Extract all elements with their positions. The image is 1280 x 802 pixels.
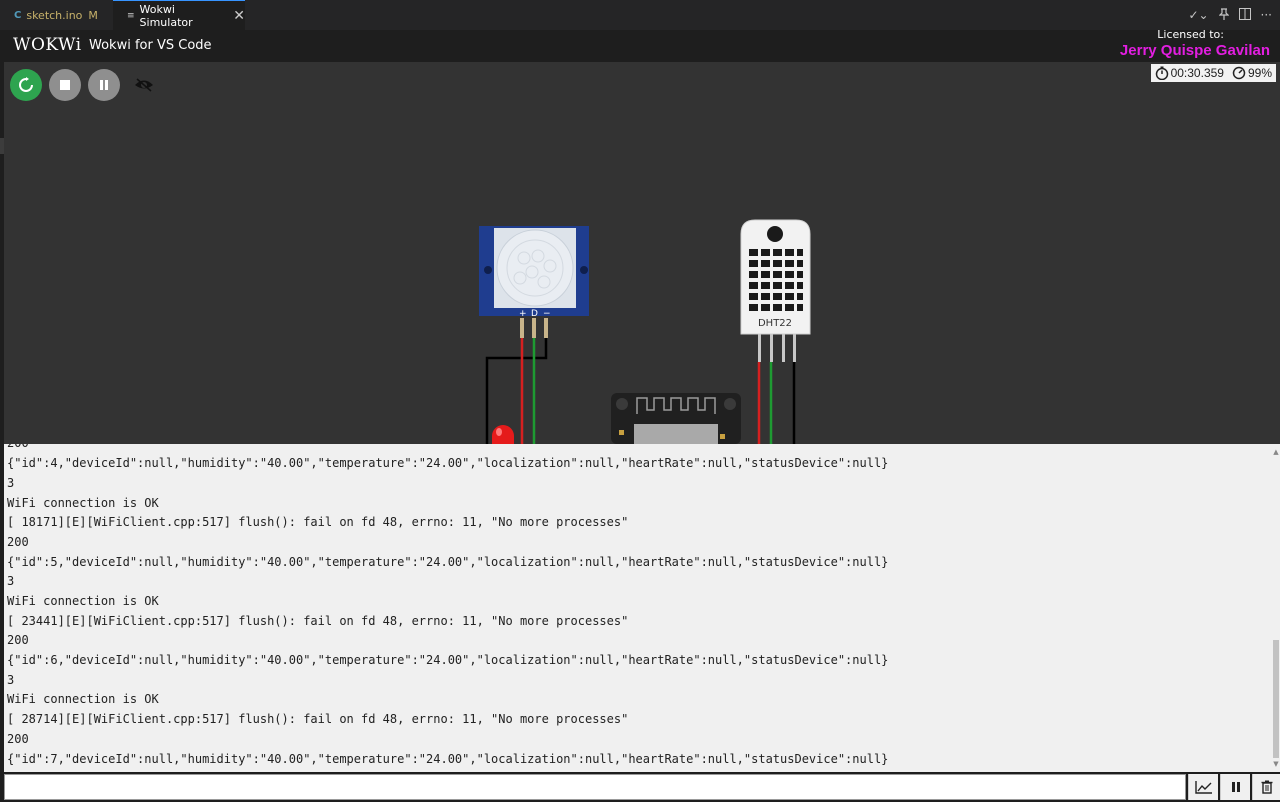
license-name: Jerry Quispe Gavilan [1119, 42, 1270, 59]
pir-pin-plus: + [519, 309, 527, 319]
cpp-file-icon: C [14, 9, 22, 21]
pir-pin-minus: − [543, 309, 551, 319]
restart-icon [19, 77, 33, 92]
license-label: Licensed to: [1157, 28, 1224, 41]
pause-icon [1231, 782, 1240, 792]
sim-time: 00:30.359 [1155, 66, 1224, 80]
circuit-diagram: + D − DHT22 [479, 219, 811, 444]
pin-icon[interactable] [1218, 7, 1229, 23]
wokwi-logo: WOKWi [13, 35, 82, 55]
stopwatch-icon [1155, 66, 1168, 80]
serial-line: 3 [7, 574, 15, 588]
more-actions-icon[interactable]: ··· [1261, 8, 1272, 22]
speedometer-icon [1232, 66, 1246, 80]
eye-off-icon [135, 78, 153, 92]
serial-scrollbar[interactable]: ▲ ▼ [1272, 444, 1280, 772]
stop-button[interactable] [49, 69, 81, 101]
scroll-down-icon[interactable]: ▼ [1272, 760, 1280, 768]
serial-input[interactable] [4, 774, 1186, 800]
close-tab-icon[interactable]: ✕ [233, 8, 245, 24]
serial-input-bar [0, 772, 1280, 802]
led[interactable] [492, 425, 514, 444]
serial-line: WiFi connection is OK [7, 496, 159, 510]
serial-line: {"id":5,"deviceId":null,"humidity":"40.0… [7, 555, 889, 569]
stop-icon [60, 80, 70, 90]
clear-serial-button[interactable] [1252, 774, 1280, 800]
esp32-board[interactable] [611, 393, 741, 444]
editor-actions: ✓⌄ ··· [1188, 0, 1272, 30]
scrollbar-thumb[interactable] [1273, 640, 1279, 758]
tab-label: Wokwi Simulator [139, 2, 193, 29]
app-title: Wokwi for VS Code [89, 38, 212, 53]
serial-line: 200 [7, 732, 29, 746]
sim-speed: 99% [1232, 66, 1272, 80]
serial-line: WiFi connection is OK [7, 692, 159, 706]
dht22-label: DHT22 [758, 318, 792, 329]
pause-serial-button[interactable] [1220, 774, 1250, 800]
scroll-up-icon[interactable]: ▲ [1272, 448, 1280, 456]
simulation-stats: 00:30.359 99% [1150, 64, 1276, 82]
editor-tab-bar: C sketch.ino M ≡ Wokwi Simulator ✕ ✓⌄ ··… [0, 0, 1280, 30]
sim-speed-value: 99% [1247, 66, 1272, 80]
tab-sketch-ino[interactable]: C sketch.ino M [0, 0, 112, 30]
dht22-sensor[interactable]: DHT22 [740, 219, 811, 362]
restart-button[interactable] [10, 69, 42, 101]
serial-line: 200 [7, 444, 29, 453]
pause-button[interactable] [88, 69, 120, 101]
serial-line: 3 [7, 673, 15, 687]
chart-icon [1194, 781, 1212, 794]
serial-line: [ 18171][E][WiFiClient.cpp:517] flush():… [7, 515, 629, 529]
serial-line: 200 [7, 633, 29, 647]
check-icon[interactable]: ✓⌄ [1188, 8, 1208, 22]
serial-line: WiFi connection is OK [7, 594, 159, 608]
serial-line: {"id":4,"deviceId":null,"humidity":"40.0… [7, 456, 889, 470]
serial-line: [ 23441][E][WiFiClient.cpp:517] flush():… [7, 614, 629, 628]
preview-icon: ≡ [127, 10, 135, 21]
pause-icon [100, 80, 108, 90]
serial-line: [ 28714][E][WiFiClient.cpp:517] flush():… [7, 712, 629, 726]
hide-toggle-button[interactable] [134, 77, 154, 93]
serial-line: {"id":6,"deviceId":null,"humidity":"40.0… [7, 653, 889, 667]
pir-sensor[interactable]: + D − [479, 226, 589, 338]
serial-monitor-output[interactable]: 200 {"id":4,"deviceId":null,"humidity":"… [0, 444, 1272, 772]
serial-line: 3 [7, 476, 15, 490]
trash-icon [1261, 780, 1272, 794]
tab-wokwi-simulator[interactable]: ≡ Wokwi Simulator ✕ [113, 0, 245, 30]
serial-line: 200 [7, 535, 29, 549]
split-editor-icon[interactable] [1238, 7, 1251, 23]
sim-time-value: 00:30.359 [1170, 66, 1224, 80]
simulation-canvas[interactable]: + D − DHT22 00:30.359 99% [4, 62, 1280, 444]
wokwi-header: WOKWi Wokwi for VS Code Licensed to: Jer… [0, 28, 1280, 62]
plotter-button[interactable] [1188, 774, 1218, 800]
modified-indicator: M [88, 8, 98, 22]
pir-pin-d: D [531, 309, 538, 319]
serial-line: {"id":7,"deviceId":null,"humidity":"40.0… [7, 752, 889, 766]
tab-label: sketch.ino [26, 8, 83, 22]
